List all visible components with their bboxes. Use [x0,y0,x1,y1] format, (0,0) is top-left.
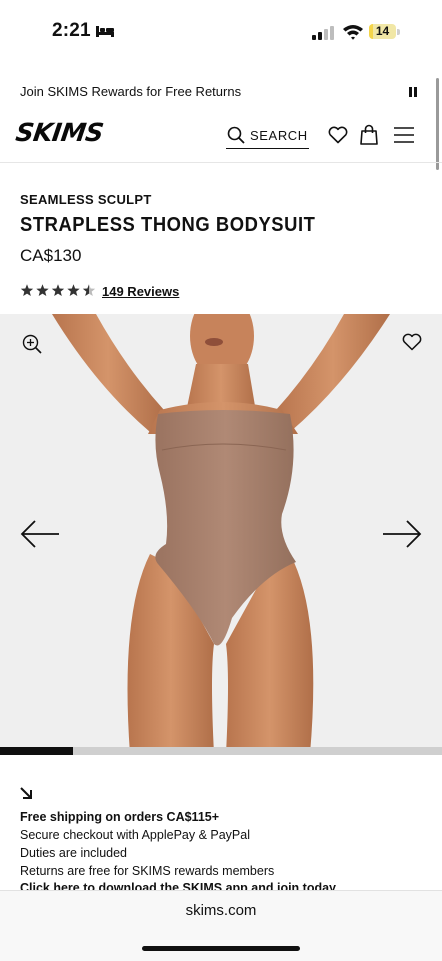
sleep-focus-icon [96,26,114,37]
cellular-signal-icon [312,26,334,40]
duties-info: Duties are included [20,846,128,860]
checkout-info: Secure checkout with ApplePay & PayPal [20,828,250,842]
star-icon [36,284,49,297]
url-text[interactable]: skims.com [0,902,442,919]
star-rating [20,284,96,297]
favorite-heart-icon[interactable] [402,333,422,351]
search-button[interactable]: SEARCH [226,122,309,149]
product-collection[interactable]: SEAMLESS SCULPT [20,192,152,207]
wifi-icon [343,25,363,40]
star-icon [20,284,34,297]
wishlist-heart-icon[interactable] [328,126,348,144]
star-icon [67,284,80,297]
reviews-link[interactable]: 149 Reviews [102,284,179,299]
next-image-arrow-icon[interactable] [382,519,422,549]
header-divider [0,162,442,163]
zoom-in-icon[interactable] [22,334,42,354]
previous-image-arrow-icon[interactable] [20,519,60,549]
product-price: CA$130 [20,246,82,265]
skims-logo[interactable]: SKIMS [14,118,105,147]
page-scrollbar[interactable] [436,78,439,170]
shopping-bag-icon[interactable] [360,124,378,145]
product-image[interactable] [0,314,442,754]
shipping-info: Free shipping on orders CA$115+ [20,810,220,824]
gallery-progress-bar [0,747,442,755]
search-label: SEARCH [250,127,308,143]
status-time: 2:21 [52,20,91,41]
diagonal-arrow-icon [20,787,32,799]
star-icon [51,284,65,297]
hamburger-menu-icon[interactable] [394,127,414,143]
returns-info: Returns are free for SKIMS rewards membe… [20,864,275,878]
promo-banner-text[interactable]: Join SKIMS Rewards for Free Returns [20,84,241,99]
star-icon [82,284,96,297]
battery-icon: 14 [369,24,401,40]
search-icon [227,126,245,144]
model-photo [52,314,390,754]
gallery-progress-fill [0,747,73,755]
product-title: STRAPLESS THONG BODYSUIT [20,214,316,236]
pause-icon[interactable] [409,87,417,97]
battery-level: 14 [375,24,390,38]
home-indicator[interactable] [142,946,300,951]
